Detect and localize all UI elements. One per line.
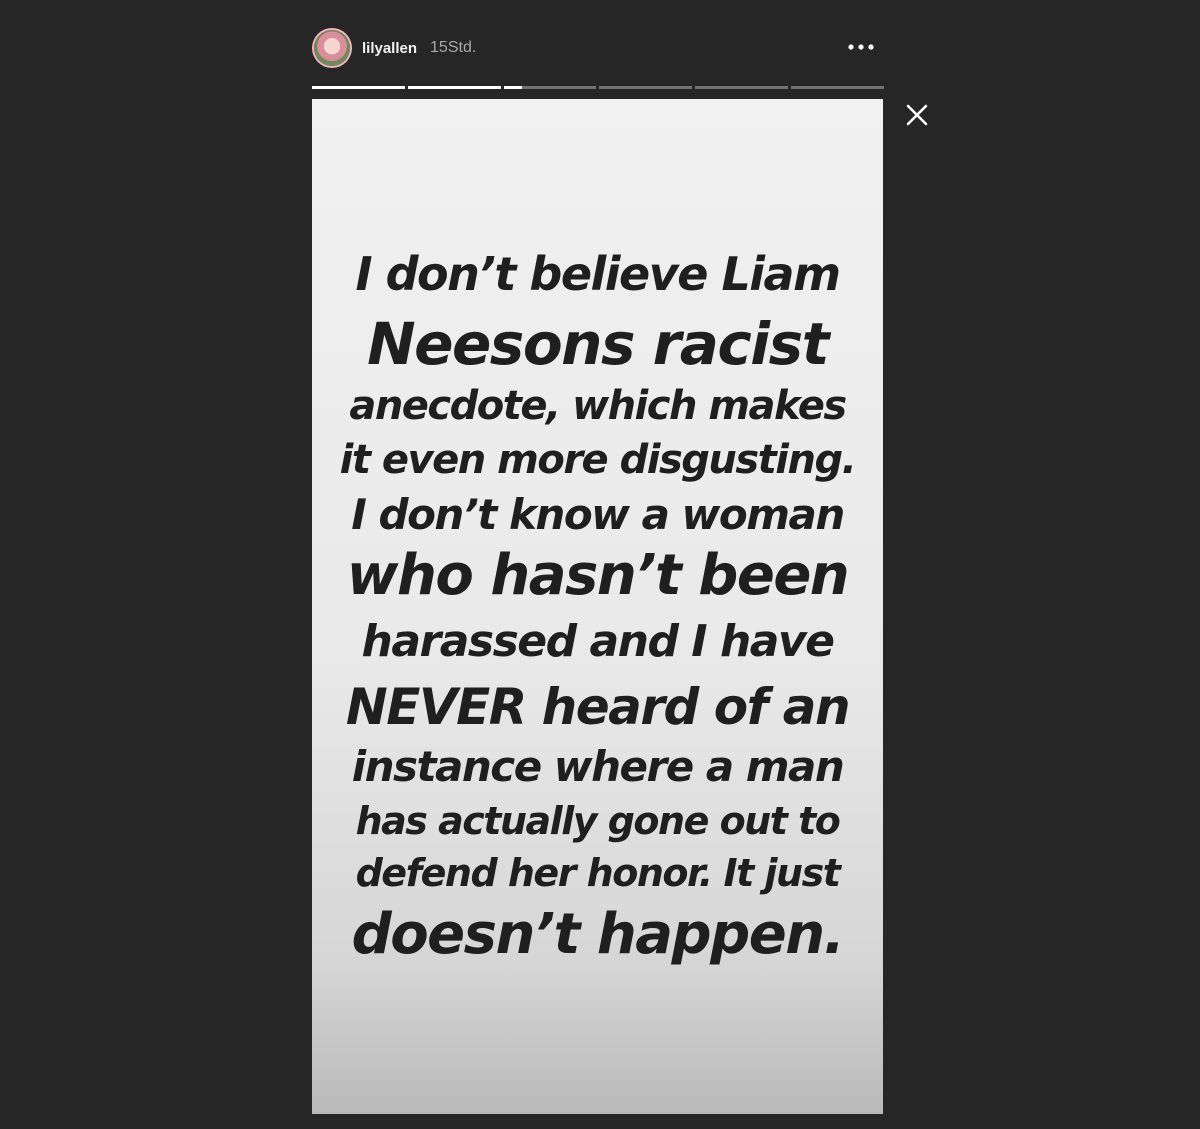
progress-segment	[599, 86, 693, 89]
story-text-line: doesn’t happen.	[351, 902, 845, 967]
more-horizontal-icon	[848, 44, 874, 50]
story-header: lilyallen 15Std.	[312, 28, 884, 68]
story-text-line: harassed and I have	[361, 616, 836, 667]
avatar[interactable]	[314, 30, 350, 66]
progress-segment-fill	[503, 86, 523, 89]
story-text-line: defend her honor. It just	[355, 851, 841, 895]
progress-segment	[503, 86, 597, 89]
story-text-line: I don’t know a woman	[351, 490, 845, 539]
progress-segment	[407, 86, 501, 89]
close-button[interactable]	[903, 101, 931, 129]
story-text-line: instance where a man	[351, 742, 845, 791]
story-text-line: I don’t believe Liam	[355, 247, 842, 301]
story-text-line: who hasn’t been	[346, 543, 850, 608]
close-icon	[906, 104, 928, 126]
story-text-line: anecdote, which makes	[349, 383, 847, 429]
story-viewer: lilyallen 15Std. I don’t believe Liam Nee…	[0, 0, 1200, 1129]
story-text-line: NEVER heard of an	[345, 678, 851, 736]
story-text-line: Neesons racist	[367, 310, 829, 378]
timestamp: 15Std.	[430, 39, 477, 56]
progress-segment	[695, 86, 789, 89]
progress-segment	[312, 86, 405, 89]
more-options-button[interactable]	[846, 36, 876, 58]
story-text: I don’t believe Liam Neesons racist anecdo…	[312, 239, 883, 971]
story-text-line: it even more disgusting.	[339, 437, 857, 483]
story-text-line: has actually gone out to	[355, 799, 841, 843]
story-card[interactable]: I don’t believe Liam Neesons racist anecdo…	[312, 99, 883, 1114]
progress-segment	[791, 86, 884, 89]
story-progress-bar	[312, 86, 884, 89]
progress-segment-fill	[407, 86, 501, 89]
username[interactable]: lilyallen	[362, 40, 417, 57]
progress-segment-fill	[312, 86, 405, 89]
